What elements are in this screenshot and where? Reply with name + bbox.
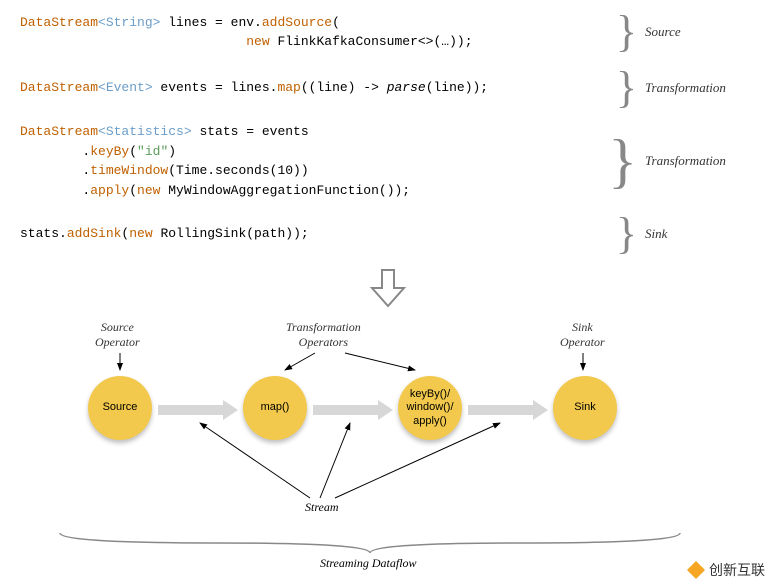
keyby-node: keyBy()/ window()/ apply() bbox=[398, 376, 462, 440]
sink-operator-label: Sink Operator bbox=[560, 320, 605, 350]
code-block-transformation-1: DataStream<Event> events = lines.map((li… bbox=[20, 66, 755, 110]
code-lines: DataStream<Statistics> stats = events .k… bbox=[20, 122, 600, 200]
brace-icon: } bbox=[616, 10, 637, 54]
watermark-text: 创新互联 bbox=[709, 560, 765, 580]
brace-icon: } bbox=[608, 131, 637, 191]
code-block-source: DataStream<String> lines = env.addSource… bbox=[20, 10, 755, 54]
block-label: Transformation bbox=[645, 153, 755, 169]
brace-icon: } bbox=[616, 66, 637, 110]
source-node: Source bbox=[88, 376, 152, 440]
arrow-down-icon bbox=[368, 268, 408, 308]
block-label: Source bbox=[645, 24, 755, 40]
sink-node: Sink bbox=[553, 376, 617, 440]
flow-arrow-icon bbox=[313, 400, 393, 418]
map-node: map() bbox=[243, 376, 307, 440]
code-lines: stats.addSink(new RollingSink(path)); bbox=[20, 224, 608, 244]
stream-label: Stream bbox=[305, 500, 339, 515]
code-block-transformation-2: DataStream<Statistics> stats = events .k… bbox=[20, 122, 755, 200]
brace-icon: } bbox=[616, 212, 637, 256]
source-operator-label: Source Operator bbox=[95, 320, 140, 350]
code-lines: DataStream<String> lines = env.addSource… bbox=[20, 13, 608, 52]
flow-arrow-icon bbox=[468, 400, 548, 418]
flow-arrow-icon bbox=[158, 400, 238, 418]
watermark: 创新互联 bbox=[687, 560, 765, 580]
block-label: Transformation bbox=[645, 80, 755, 96]
code-lines: DataStream<Event> events = lines.map((li… bbox=[20, 78, 608, 98]
block-label: Sink bbox=[645, 226, 755, 242]
dataflow-label: Streaming Dataflow bbox=[320, 556, 417, 571]
dataflow-diagram: Source Operator Transformation Operators… bbox=[20, 318, 755, 578]
watermark-logo-icon bbox=[687, 561, 705, 579]
transformation-operators-label: Transformation Operators bbox=[286, 320, 361, 350]
code-block-sink: stats.addSink(new RollingSink(path)); } … bbox=[20, 212, 755, 256]
